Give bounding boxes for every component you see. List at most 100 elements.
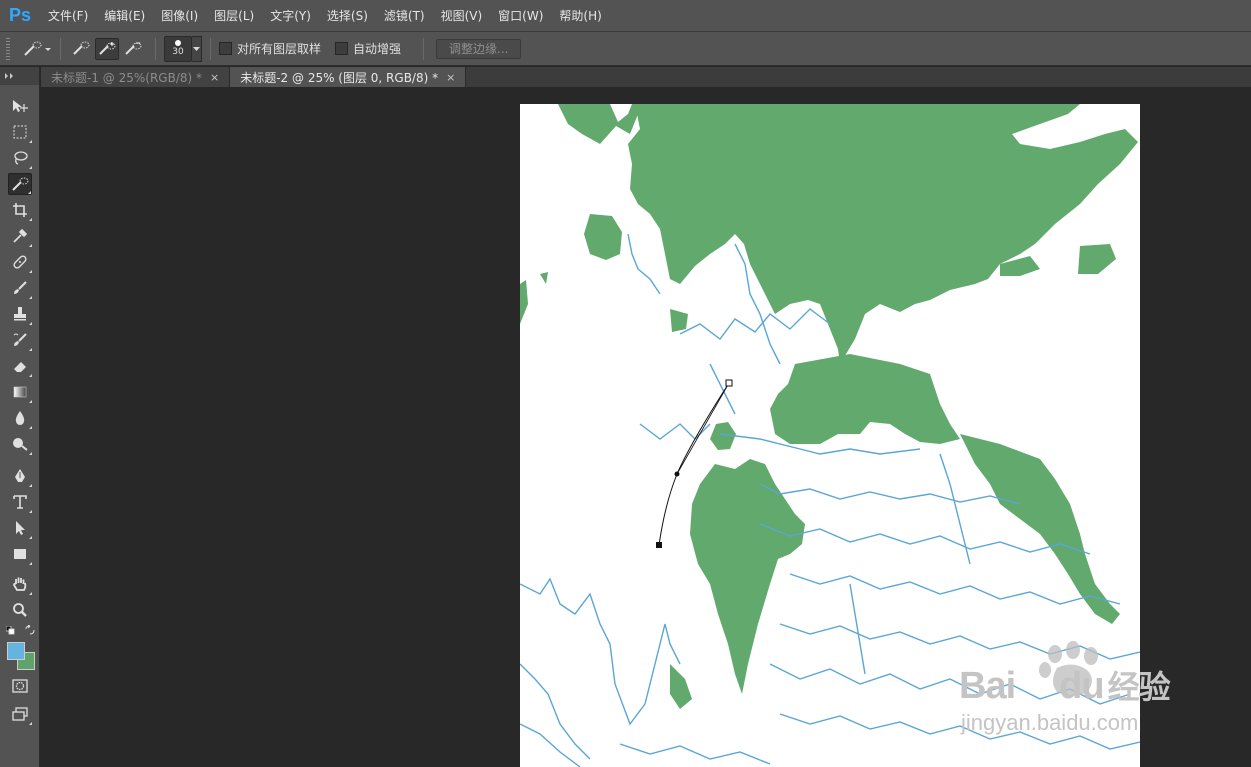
photoshop-logo: Ps <box>8 5 32 25</box>
menu-edit[interactable]: 编辑(E) <box>96 0 153 32</box>
eyedropper-tool[interactable] <box>8 225 32 247</box>
options-grip[interactable] <box>6 37 10 60</box>
pen-tool[interactable] <box>8 465 32 487</box>
toolbar-collapse[interactable] <box>0 67 39 85</box>
tab-title: 未标题-2 @ 25% (图层 0, RGB/8) * <box>240 70 439 85</box>
menu-select[interactable]: 选择(S) <box>319 0 376 32</box>
zoom-icon <box>13 603 27 617</box>
close-icon[interactable]: × <box>446 71 455 84</box>
menu-type[interactable]: 文字(Y) <box>262 0 319 32</box>
auto-enhance-label: 自动增强 <box>353 42 402 56</box>
add-to-selection-button[interactable] <box>95 37 119 60</box>
watermark-url: jingyan.baidu.com <box>961 710 1139 735</box>
move-icon <box>13 100 28 112</box>
green-region-top-main <box>628 104 1138 364</box>
watermark-brand: Bai <box>959 665 1016 707</box>
hand-tool[interactable] <box>8 573 32 595</box>
contour-16 <box>849 583 866 675</box>
separator <box>60 37 61 60</box>
separator <box>155 37 156 60</box>
zoom-tool[interactable] <box>8 599 32 621</box>
subtract-from-selection-button[interactable] <box>121 38 145 60</box>
sample-all-layers-label: 对所有图层取样 <box>237 42 322 56</box>
rectangle-tool[interactable] <box>8 543 32 565</box>
type-tool[interactable] <box>8 491 32 513</box>
auto-enhance-option[interactable]: 自动增强 <box>335 40 401 57</box>
brush-icon <box>14 281 27 294</box>
contour-7 <box>789 573 1121 605</box>
dodge-icon <box>13 438 28 451</box>
brush-tip-icon <box>175 40 181 46</box>
brush-add-icon <box>99 41 116 55</box>
auto-enhance-checkbox[interactable] <box>335 42 349 55</box>
path-selection-tool[interactable] <box>8 517 32 539</box>
healing-brush-tool[interactable] <box>8 251 32 273</box>
baidu-jingyan-watermark: Bai du 经验 jingyan.baidu.com <box>957 640 1171 740</box>
tool-preset-picker[interactable] <box>22 40 52 58</box>
anchor-point-top <box>725 379 733 387</box>
swap-colors-icon[interactable] <box>25 625 35 635</box>
screen-mode-button[interactable] <box>8 703 32 725</box>
tab-untitled-1[interactable]: 未标题-1 @ 25%(RGB/8) * × <box>41 67 231 87</box>
chevron-down-icon <box>193 46 200 51</box>
close-icon[interactable]: × <box>210 71 219 84</box>
brush-preview[interactable]: 30 <box>164 35 192 62</box>
quick-selection-icon <box>24 41 42 56</box>
gradient-icon <box>13 386 27 398</box>
gradient-tool[interactable] <box>8 381 32 403</box>
brush-size-value: 30 <box>172 47 184 57</box>
green-region-top-left <box>558 104 642 144</box>
menu-view[interactable]: 视图(V) <box>433 0 491 32</box>
brush-dropdown[interactable] <box>192 35 202 62</box>
options-bar: 30 对所有图层取样 自动增强 调整边缘... <box>0 32 1251 66</box>
lasso-tool[interactable] <box>8 147 32 169</box>
menu-file[interactable]: 文件(F) <box>40 0 96 32</box>
marquee-icon <box>13 125 27 139</box>
default-colors-icon[interactable] <box>6 626 15 635</box>
sample-all-layers-option[interactable]: 对所有图层取样 <box>219 40 321 57</box>
hand-icon <box>13 577 27 591</box>
move-tool[interactable] <box>8 95 32 117</box>
quick-mask-button[interactable] <box>8 675 32 697</box>
new-selection-button[interactable] <box>69 38 93 60</box>
eraser-tool[interactable] <box>8 355 32 377</box>
marquee-tool[interactable] <box>8 121 32 143</box>
blur-icon <box>15 411 25 425</box>
eyedropper-icon <box>13 228 28 243</box>
sample-all-layers-checkbox[interactable] <box>219 42 232 55</box>
clone-stamp-tool[interactable] <box>8 303 32 325</box>
document-tabs: 未标题-1 @ 25%(RGB/8) * × 未标题-2 @ 25% (图层 0… <box>41 67 1251 87</box>
contour-18 <box>520 723 581 767</box>
menu-filter[interactable]: 滤镜(T) <box>376 0 433 32</box>
chevron-down-icon <box>45 47 51 51</box>
contour-2 <box>520 663 591 760</box>
healing-brush-icon <box>13 255 27 269</box>
green-region-left-fleck-1 <box>540 272 548 284</box>
brush-picker[interactable]: 30 <box>164 35 202 62</box>
tools-panel <box>0 67 40 767</box>
quick-selection-tool[interactable] <box>8 173 32 195</box>
contour-1 <box>520 577 681 726</box>
menu-window[interactable]: 窗口(W) <box>490 0 551 32</box>
tab-untitled-2[interactable]: 未标题-2 @ 25% (图层 0, RGB/8) * × <box>230 67 467 87</box>
history-brush-tool[interactable] <box>8 329 32 351</box>
separator <box>423 37 425 60</box>
brush-tool[interactable] <box>8 277 32 299</box>
green-region-right-1 <box>1078 244 1116 274</box>
menu-layer[interactable]: 图层(L) <box>206 0 262 32</box>
quick-selection-icon <box>12 177 29 191</box>
dodge-tool[interactable] <box>8 433 32 455</box>
direction-point <box>674 471 680 477</box>
crop-tool[interactable] <box>8 199 32 221</box>
green-paint-regions <box>520 104 1138 709</box>
quick-mask-icon <box>12 679 28 693</box>
brush-new-icon <box>73 41 90 55</box>
refine-edge-button[interactable]: 调整边缘... <box>436 38 522 59</box>
pen-icon <box>15 469 25 482</box>
menu-help[interactable]: 帮助(H) <box>551 0 609 32</box>
menu-bar: Ps 文件(F) 编辑(E) 图像(I) 图层(L) 文字(Y) 选择(S) 滤… <box>0 0 1251 32</box>
foreground-color-swatch[interactable] <box>7 642 25 660</box>
double-arrow-icon <box>5 73 13 79</box>
blur-tool[interactable] <box>8 407 32 429</box>
menu-image[interactable]: 图像(I) <box>153 0 206 32</box>
